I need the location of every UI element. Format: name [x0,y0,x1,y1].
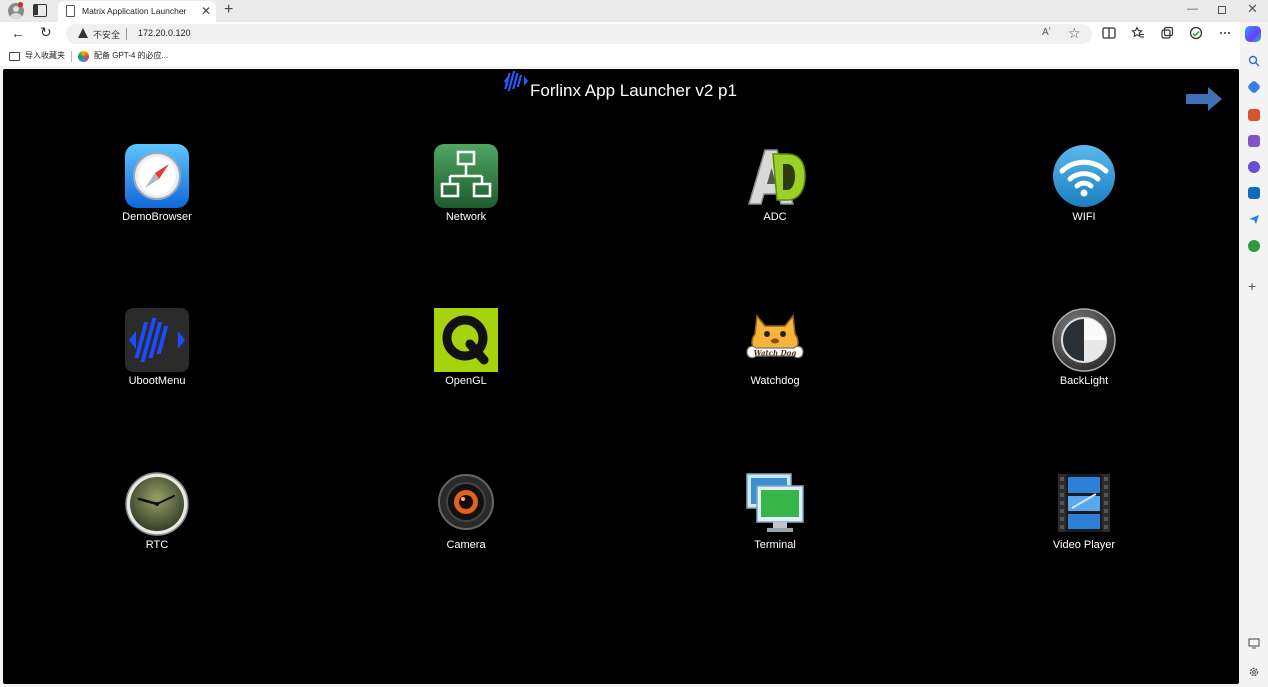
app-launcher: Forlinx App Launcher v2 p1 DemoBrowser N… [3,69,1239,684]
tab-bar: Matrix Application Launcher ✕ + — ✕ [0,0,1268,22]
address-bar[interactable]: 不安全 172.20.0.120 Aʼ ☆ [66,24,1092,44]
clock-icon[interactable] [125,472,189,536]
watchdog-icon[interactable]: Watch Dog [743,308,807,372]
warning-icon[interactable] [78,28,88,38]
app-opengl[interactable]: OpenGL [411,308,521,390]
back-button[interactable]: ← [11,25,25,41]
more-options-icon[interactable] [1218,26,1232,40]
app-network[interactable]: Network [411,144,521,226]
favorite-star-icon[interactable]: ☆ [1068,25,1081,42]
tree-icon[interactable] [1248,240,1260,252]
terminal-icon[interactable] [743,472,807,536]
bookmark-import[interactable]: 导入收藏夹 [25,50,65,61]
app-terminal[interactable]: Terminal [720,472,830,554]
next-page-arrow-icon[interactable] [1184,85,1224,113]
separator [126,28,127,40]
app-label: Watchdog [750,375,800,387]
edge-sidebar: + [1240,46,1268,687]
camera-icon[interactable] [434,472,498,536]
browser-tab[interactable]: Matrix Application Launcher ✕ [58,1,216,22]
backlight-icon[interactable] [1052,308,1116,372]
app-label: ADC [763,211,787,223]
app-watchdog[interactable]: Watch Dog Watchdog [720,308,830,390]
app-adc[interactable]: ADC [720,144,830,226]
copilot-icon[interactable] [1245,26,1261,42]
app-label: RTC [145,539,169,551]
add-sidebar-icon[interactable]: + [1248,278,1256,294]
app-label: UbootMenu [128,375,186,387]
toolbox-icon[interactable] [1248,109,1260,121]
read-aloud-icon[interactable]: Aʼ [1042,27,1051,38]
bookmark-bing[interactable]: 配备 GPT-4 的必应... [94,50,168,61]
app-demobrowser[interactable]: DemoBrowser [102,144,212,226]
app-rtc[interactable]: RTC [102,472,212,554]
app-label: Video Player [1052,539,1116,551]
bing-icon [78,51,89,62]
split-screen-icon[interactable] [1102,26,1116,40]
tag-icon[interactable] [1246,79,1262,95]
window-close-button[interactable]: ✕ [1247,1,1258,17]
search-icon[interactable] [1248,55,1260,67]
uboot-icon[interactable] [125,308,189,372]
app-camera[interactable]: Camera [411,472,521,554]
send-icon[interactable] [1248,213,1260,225]
launcher-title: Forlinx App Launcher v2 p1 [530,81,737,100]
notification-dot [18,2,23,7]
tab-close-icon[interactable]: ✕ [201,4,211,18]
games-icon[interactable] [1248,135,1260,147]
app-label: BackLight [1059,375,1109,387]
safari-compass-icon[interactable] [125,144,189,208]
app-backlight[interactable]: BackLight [1029,308,1139,390]
app-label: Network [445,211,487,223]
network-icon[interactable] [434,144,498,208]
bookmarks-bar: 导入收藏夹 配备 GPT-4 的必应... [0,46,1240,66]
url-text[interactable]: 172.20.0.120 [138,28,191,38]
settings-gear-icon[interactable] [1248,666,1260,678]
app-label: Terminal [754,539,796,551]
video-icon[interactable] [1052,472,1116,536]
page-icon [66,5,75,17]
app-video-player[interactable]: Video Player [1029,472,1139,554]
app-ubootmenu[interactable]: UbootMenu [102,308,212,390]
watchdog-badge: Watch Dog [754,349,797,358]
import-folder-icon [9,52,20,61]
app-label: OpenGL [445,375,487,387]
new-tab-button[interactable]: + [224,1,233,19]
forlinx-logo-icon [504,71,528,91]
minimize-button[interactable]: — [1187,3,1198,15]
wifi-icon[interactable] [1052,144,1116,208]
app-label: WIFI [1072,211,1096,223]
restore-button[interactable] [1218,6,1226,14]
tab-title: Matrix Application Launcher [82,6,187,16]
favorites-icon[interactable] [1131,26,1145,40]
collections-icon[interactable] [1160,26,1174,40]
app-label: Camera [446,539,486,551]
adc-icon[interactable] [743,144,807,208]
extension-icon[interactable] [1189,26,1203,40]
address-toolbar: ← ↻ 不安全 172.20.0.120 Aʼ ☆ [0,22,1240,46]
screenshot-icon[interactable] [1248,637,1260,649]
security-label[interactable]: 不安全 [93,28,120,41]
outlook-icon[interactable] [1248,187,1260,199]
tab-actions-icon[interactable] [33,4,47,17]
copilot-app-icon[interactable] [1248,161,1260,173]
qt-icon[interactable] [434,308,498,372]
bookmark-separator [71,51,72,62]
app-label: DemoBrowser [122,211,192,223]
app-wifi[interactable]: WIFI [1029,144,1139,226]
reload-button[interactable]: ↻ [40,24,52,41]
